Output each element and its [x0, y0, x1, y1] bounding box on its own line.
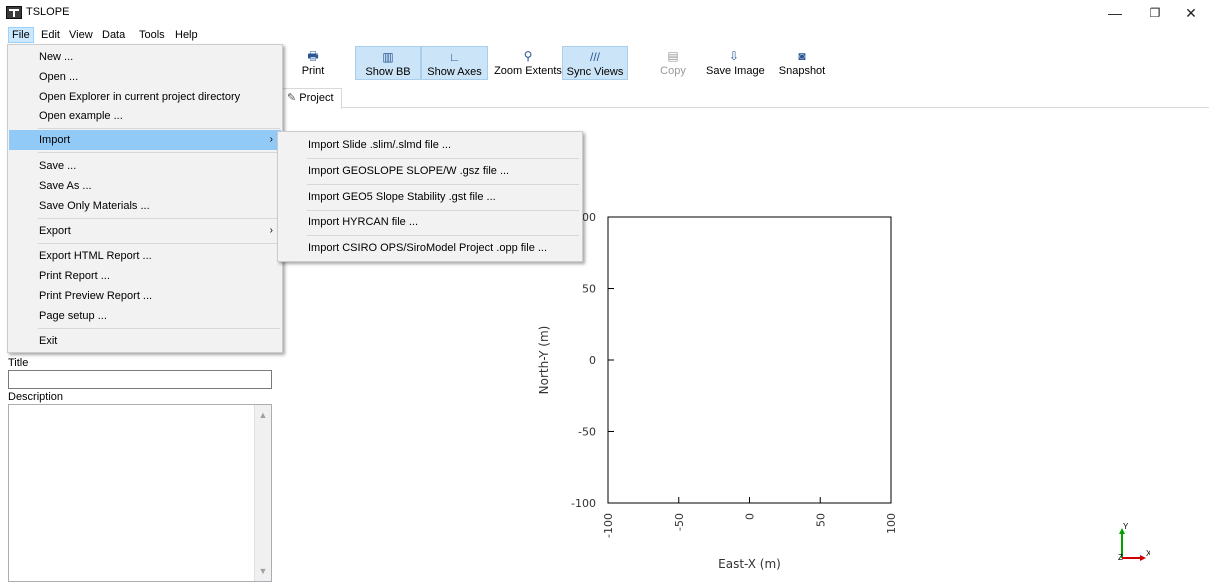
print-button-label: Print	[301, 65, 325, 77]
axis-triad-icon: Y X Z	[1118, 522, 1150, 562]
menu-item-export-html[interactable]: Export HTML Report ...	[9, 246, 281, 266]
pencil-icon: ✎	[287, 92, 297, 104]
menu-separator	[38, 152, 280, 153]
menu-file[interactable]: File	[8, 27, 34, 43]
save-image-button[interactable]: ⇩ Save Image	[706, 46, 765, 80]
sync-views-icon: ///	[589, 50, 600, 64]
menu-item-export[interactable]: Export ›	[9, 221, 281, 241]
file-menu-dropdown: New ... Open ... Open Explorer in curren…	[7, 44, 283, 353]
x-axis-label: East-X (m)	[718, 557, 781, 571]
snapshot-label: Snapshot	[778, 65, 826, 77]
menu-separator	[38, 218, 280, 219]
zoom-extents-button[interactable]: ⚲ Zoom Extents	[490, 46, 566, 80]
save-image-label: Save Image	[706, 65, 765, 77]
y-tick-label: 0	[589, 354, 596, 367]
chevron-right-icon: ›	[269, 134, 273, 145]
tab-project[interactable]: ✎ Project	[282, 88, 342, 109]
menu-help[interactable]: Help	[172, 27, 201, 43]
plot-frame	[607, 216, 892, 504]
printer-icon: 🖶	[307, 49, 319, 63]
menu-item-open[interactable]: Open ...	[9, 67, 281, 87]
sync-views-label: Sync Views	[566, 66, 624, 78]
sync-views-button[interactable]: /// Sync Views	[562, 46, 628, 80]
triad-y-label: Y	[1123, 522, 1129, 531]
menu-edit[interactable]: Edit	[38, 27, 63, 43]
menu-separator	[307, 184, 579, 185]
show-axes-label: Show Axes	[427, 66, 482, 78]
menu-item-page-setup[interactable]: Page setup ...	[9, 306, 281, 326]
menu-item-open-example[interactable]: Open example ...	[9, 106, 281, 126]
show-bb-label: Show BB	[365, 66, 411, 78]
import-slide-item[interactable]: Import Slide .slim/.slmd file ...	[279, 135, 581, 155]
menu-separator	[38, 328, 280, 329]
import-csiro-item[interactable]: Import CSIRO OPS/SiroModel Project .opp …	[279, 238, 581, 258]
x-tick-label: -100	[602, 513, 615, 538]
description-textarea[interactable]: ▲ ▼	[8, 404, 272, 582]
menu-separator	[307, 210, 579, 211]
menu-item-open-explorer[interactable]: Open Explorer in current project directo…	[9, 87, 281, 107]
description-scrollbar[interactable]: ▲ ▼	[254, 405, 271, 581]
y-tick-label: 50	[582, 283, 596, 296]
chevron-right-icon: ›	[269, 225, 273, 236]
triad-x-label: X	[1146, 549, 1150, 558]
menu-item-import-label: Import	[39, 134, 71, 146]
menu-tools[interactable]: Tools	[136, 27, 168, 43]
tab-project-label: Project	[299, 92, 334, 104]
triad-z-label: Z	[1118, 553, 1123, 562]
x-tick-label: -50	[673, 513, 686, 531]
scroll-up-icon[interactable]: ▲	[255, 407, 271, 423]
title-label: Title	[8, 357, 29, 369]
x-tick-label: 0	[744, 513, 757, 520]
save-image-icon: ⇩	[728, 49, 740, 63]
menu-item-new[interactable]: New ...	[9, 47, 281, 67]
close-button[interactable]: ✕	[1176, 4, 1206, 22]
toolbar: 🖶 Print ▥ Show BB ∟ Show Axes ⚲ Zoom Ext…	[282, 44, 1209, 86]
import-hyrcan-item[interactable]: Import HYRCAN file ...	[279, 212, 581, 232]
menu-item-export-label: Export	[39, 225, 71, 237]
title-bar: TSLOPE — ❐ ✕	[0, 0, 1209, 26]
import-geoslope-item[interactable]: Import GEOSLOPE SLOPE/W .gsz file ...	[279, 161, 581, 181]
menu-separator	[307, 235, 579, 236]
app-logo-icon	[6, 6, 22, 19]
copy-label: Copy	[660, 65, 686, 77]
minimize-button[interactable]: —	[1100, 4, 1130, 22]
y-tick-label: -100	[571, 497, 596, 510]
import-geo5-item[interactable]: Import GEO5 Slope Stability .gst file ..…	[279, 187, 581, 207]
zoom-extents-label: Zoom Extents	[494, 65, 562, 77]
menu-data[interactable]: Data	[99, 27, 128, 43]
menu-item-import[interactable]: Import ›	[9, 130, 281, 150]
copy-icon: ▤	[667, 49, 679, 63]
show-bb-button[interactable]: ▥ Show BB	[355, 46, 421, 80]
snapshot-button[interactable]: ◙ Snapshot	[777, 46, 827, 80]
menu-bar: File Edit View Data Tools Help	[0, 26, 1209, 44]
menu-view[interactable]: View	[66, 27, 96, 43]
axes-icon: ∟	[448, 50, 461, 64]
menu-separator	[38, 128, 280, 129]
menu-item-save-as[interactable]: Save As ...	[9, 176, 281, 196]
bounding-box-icon: ▥	[382, 50, 394, 64]
show-axes-button[interactable]: ∟ Show Axes	[421, 46, 488, 80]
y-tick-label: -50	[578, 426, 596, 439]
camera-icon: ◙	[798, 49, 806, 63]
title-input[interactable]	[8, 370, 272, 389]
description-label: Description	[8, 391, 64, 403]
x-tick-label: 50	[814, 513, 827, 527]
scroll-down-icon[interactable]: ▼	[255, 563, 271, 579]
y-axis-label: North-Y (m)	[537, 326, 551, 395]
menu-item-save-only-materials[interactable]: Save Only Materials ...	[9, 196, 281, 216]
view-tab-bar: ✎ Project	[282, 88, 1209, 109]
print-button[interactable]: 🖶 Print	[296, 46, 330, 80]
menu-item-exit[interactable]: Exit	[9, 331, 281, 351]
import-submenu: Import Slide .slim/.slmd file ... Import…	[277, 131, 583, 262]
magnifier-icon: ⚲	[523, 49, 533, 63]
copy-button[interactable]: ▤ Copy	[655, 46, 691, 80]
menu-item-print-report[interactable]: Print Report ...	[9, 266, 281, 286]
window-title: TSLOPE	[26, 6, 70, 18]
menu-separator	[307, 158, 579, 159]
menu-separator	[38, 243, 280, 244]
menu-item-print-preview[interactable]: Print Preview Report ...	[9, 286, 281, 306]
x-tick-label: 100	[885, 513, 898, 534]
maximize-button[interactable]: ❐	[1140, 4, 1170, 22]
menu-item-save[interactable]: Save ...	[9, 156, 281, 176]
